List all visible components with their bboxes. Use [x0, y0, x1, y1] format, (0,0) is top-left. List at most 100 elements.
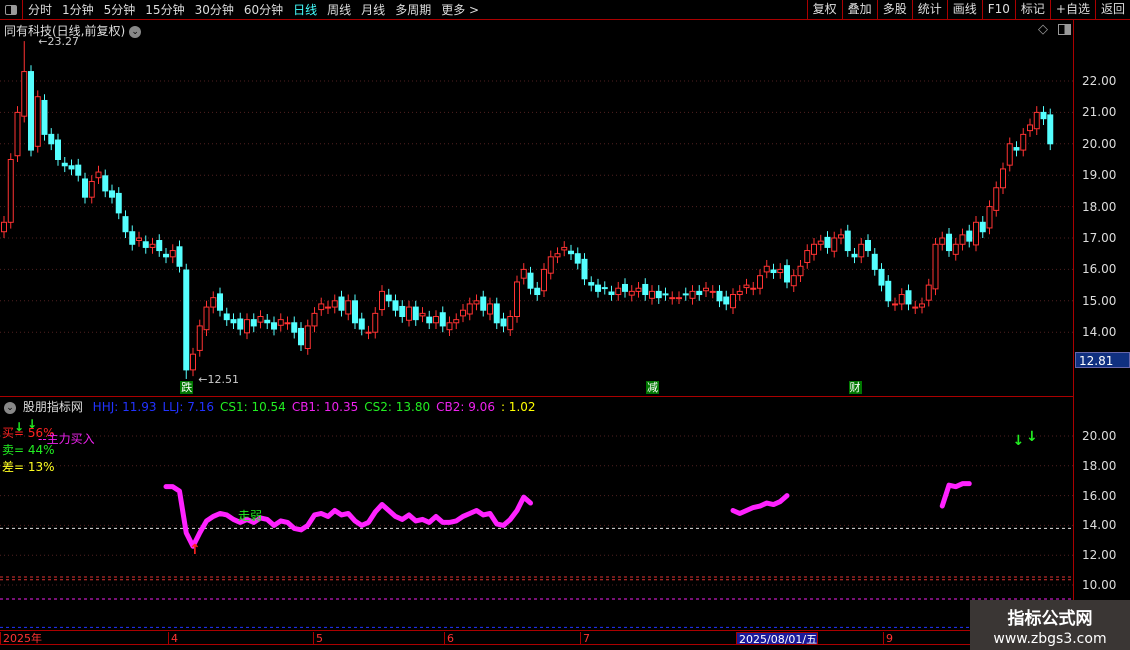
candle-down — [352, 300, 358, 324]
candle-up — [446, 322, 453, 331]
candle-down — [534, 287, 541, 296]
indicator-tick: 18.00 — [1082, 458, 1117, 473]
arrow-down-icon: ↓ — [1026, 429, 1038, 445]
candle-down — [217, 293, 223, 311]
chevron-down-icon[interactable]: ⌄ — [4, 401, 16, 414]
candlestick-chart[interactable]: ←23.27←12.51↓ ↓↑ — [0, 0, 1073, 630]
candle-up — [790, 275, 797, 287]
candle-up — [1000, 168, 1006, 189]
candle-down — [655, 290, 662, 299]
candle-down — [716, 290, 723, 302]
indicator-line — [939, 481, 972, 509]
candle-down — [723, 296, 730, 305]
arrow-down-icon: ↓ — [1013, 433, 1025, 449]
candle-up — [858, 243, 865, 258]
candle-up — [892, 303, 898, 306]
candle-down — [871, 253, 878, 270]
diff-pct: 差= 13% — [2, 460, 55, 474]
date-label: 2025年 — [0, 632, 42, 645]
toolbar-button[interactable]: 返回 — [1094, 0, 1130, 20]
candle-down — [264, 319, 271, 324]
indicator-value: CS1: 10.54 — [219, 400, 286, 414]
candle-up — [817, 240, 824, 245]
candle-down — [426, 316, 433, 324]
candle-up — [433, 316, 439, 324]
candle-down — [480, 296, 487, 311]
candle-up — [203, 306, 210, 331]
candle-down — [250, 319, 257, 327]
candle-up — [325, 306, 331, 309]
event-marker[interactable]: 减 — [646, 381, 659, 394]
candle-up — [88, 180, 95, 198]
event-marker[interactable]: 财 — [848, 381, 862, 394]
candle-down — [122, 216, 129, 233]
candle-up — [811, 243, 817, 255]
candle-up — [34, 96, 41, 147]
candle-down — [1040, 111, 1047, 120]
candle-down — [237, 318, 244, 330]
date-axis[interactable]: 2025年 4 5 6 7 2025/08/01/五 9 — [0, 630, 1073, 646]
candle-up — [487, 303, 493, 315]
candle-down — [412, 306, 419, 321]
candle-up — [1006, 143, 1013, 166]
price-tick: 21.00 — [1082, 105, 1117, 120]
candle-up — [507, 316, 514, 331]
candle-down — [568, 250, 574, 255]
candle-up — [406, 306, 412, 321]
indicator-header: ⌄ 股朋指标网 HHJ: 11.93 LLJ: 7.16 CS1: 10.54 CB1… — [4, 398, 548, 415]
candle-up — [898, 294, 905, 305]
candle-up — [1020, 133, 1027, 151]
candle-down — [588, 282, 595, 286]
candle-down — [156, 240, 163, 252]
price-tick: 20.00 — [1082, 136, 1117, 151]
candle-down — [102, 175, 109, 192]
candle-down — [527, 272, 534, 289]
candle-down — [115, 192, 122, 214]
candle-down — [28, 71, 34, 151]
candle-up — [709, 290, 716, 293]
indicator-value: LLJ: 7.16 — [162, 400, 214, 414]
candle-up — [466, 303, 473, 315]
candle-up — [520, 268, 527, 279]
indicator-tick: 10.00 — [1082, 578, 1117, 592]
candle-up — [277, 319, 284, 326]
indicator-tick: 14.00 — [1082, 518, 1117, 533]
candle-down — [230, 319, 237, 324]
candle-up — [257, 316, 264, 323]
candle-down — [338, 296, 345, 311]
candle-up — [210, 297, 217, 308]
candle-down — [878, 268, 885, 286]
watermark-url: www.zbgs3.com — [993, 631, 1107, 647]
price-tick: 18.00 — [1082, 199, 1117, 214]
candle-down — [142, 241, 149, 248]
date-label: 5 — [313, 632, 323, 645]
price-axis: 22.00 21.00 20.00 19.00 18.00 17.00 16.00 15.00… — [1073, 20, 1130, 630]
candle-down — [399, 305, 406, 317]
candle-up — [372, 312, 379, 333]
candle-up — [473, 300, 480, 305]
candle-up — [331, 300, 338, 308]
candle-down — [176, 246, 183, 267]
price-tick: 17.00 — [1082, 231, 1117, 245]
pane-divider[interactable] — [0, 396, 1073, 397]
candle-down — [500, 318, 507, 327]
candle-down — [851, 253, 858, 258]
candle-up — [703, 287, 709, 292]
candle-down — [41, 99, 48, 135]
candle-up — [993, 187, 1000, 211]
arrow-down-icon: ↓ — [27, 417, 38, 431]
candle-up — [136, 237, 142, 242]
indicator-name[interactable]: 股朋指标网 — [23, 400, 83, 414]
event-marker[interactable]: 跌 — [180, 381, 194, 394]
candle-up — [635, 287, 642, 292]
candle-up — [669, 297, 676, 300]
candle-down — [68, 165, 75, 170]
indicator-line — [730, 493, 790, 516]
candle-up — [7, 159, 14, 223]
candle-down — [48, 133, 55, 145]
candle-down — [574, 253, 581, 264]
price-tick: 14.00 — [1082, 325, 1117, 340]
candle-down — [682, 293, 689, 296]
date-label: 6 — [444, 632, 454, 645]
date-label: 2025/08/01/五 — [736, 632, 819, 646]
